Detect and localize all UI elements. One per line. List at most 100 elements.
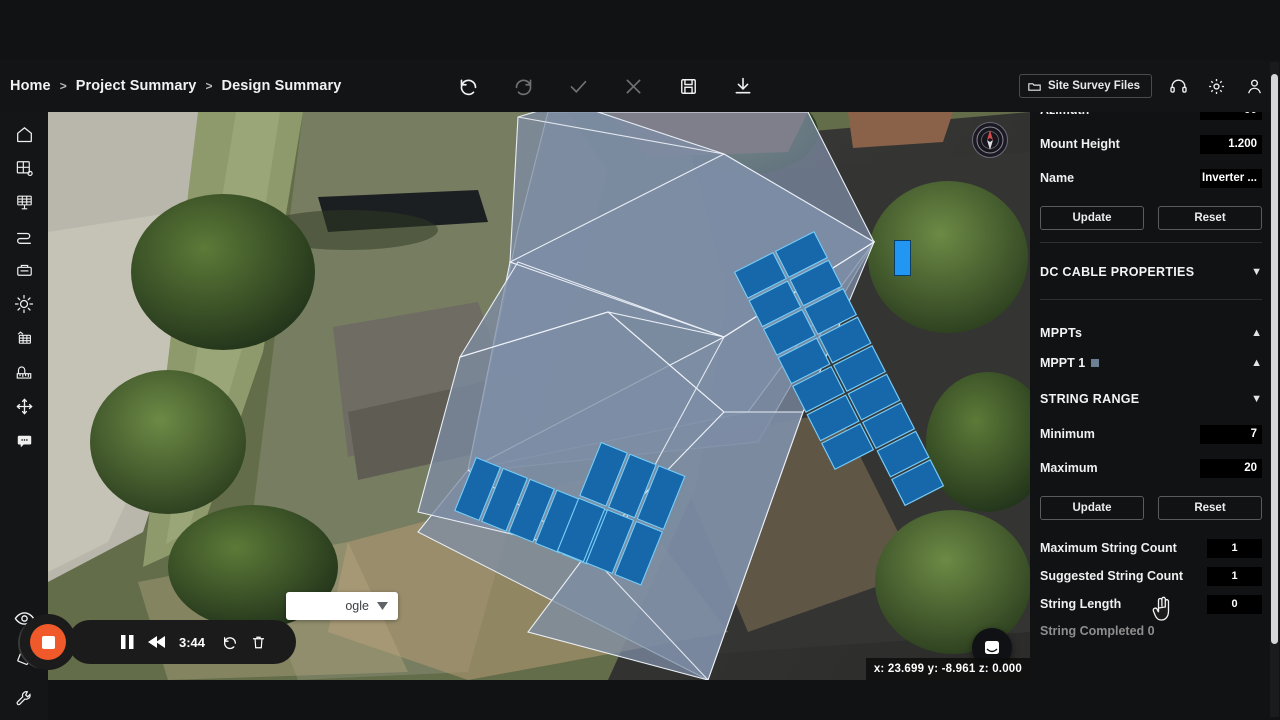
maximum-label: Maximum	[1040, 461, 1098, 475]
maximum-input[interactable]	[1200, 458, 1262, 478]
roof-facet-icon	[16, 160, 33, 176]
sidebar-item-measure[interactable]	[7, 358, 41, 386]
sidebar-item-panel-layout[interactable]	[7, 188, 41, 216]
undo-icon[interactable]	[455, 73, 481, 99]
panel-scrollbar[interactable]	[1270, 62, 1279, 717]
mppt-color-swatch	[1091, 359, 1100, 367]
wrench-icon	[16, 690, 31, 705]
breadcrumb-separator: >	[205, 79, 213, 93]
inverter-marker[interactable]	[894, 240, 911, 276]
divider	[1040, 242, 1262, 243]
pause-icon[interactable]	[120, 634, 135, 650]
chevron-up-icon: ▲	[1251, 326, 1262, 339]
download-icon[interactable]	[730, 73, 756, 99]
field-mount-height: Mount Height	[1040, 130, 1262, 158]
mount-height-input[interactable]	[1200, 134, 1262, 154]
mppts-section[interactable]: MPPTs ▲	[1040, 318, 1262, 348]
string-range-actions: Update Reset	[1040, 496, 1262, 520]
minimum-input[interactable]	[1200, 424, 1262, 444]
breadcrumb: Home > Project Summary > Design Summary	[0, 78, 341, 94]
mount-height-label: Mount Height	[1040, 137, 1120, 151]
dc-cable-properties-label: DC CABLE PROPERTIES	[1040, 265, 1195, 279]
suggested-string-count-label: Suggested String Count	[1040, 569, 1184, 583]
sidebar-item-tools[interactable]	[7, 684, 41, 712]
maximum-string-count-label: Maximum String Count	[1040, 541, 1177, 555]
sidebar-item-cable-routing[interactable]	[7, 222, 41, 250]
sun-icon	[14, 294, 34, 314]
properties-panel: Azimuth Mount Height Name Update Reset D…	[1030, 60, 1272, 720]
string-completed-label: String Completed 0	[1040, 624, 1155, 638]
measure-icon	[16, 365, 32, 379]
module-icon	[17, 330, 31, 344]
rewind-icon[interactable]	[148, 635, 166, 649]
suggested-string-count-value: 1	[1207, 566, 1262, 586]
chevron-down-icon: ▼	[1251, 392, 1262, 405]
reset-button[interactable]: Reset	[1158, 206, 1262, 230]
stat-maximum-string-count: Maximum String Count 1	[1040, 534, 1262, 562]
field-minimum: Minimum	[1040, 420, 1262, 448]
gear-icon[interactable]	[1204, 74, 1228, 98]
redo-icon[interactable]	[510, 73, 536, 99]
sidebar-item-comments[interactable]	[7, 426, 41, 454]
string-stats: Maximum String Count 1 Suggested String …	[1040, 534, 1262, 638]
string-range-section[interactable]: STRING RANGE ▼	[1040, 384, 1262, 414]
folder-icon	[1028, 82, 1041, 91]
attribute-actions: Update Reset	[1040, 206, 1262, 230]
string-range-label: STRING RANGE	[1040, 392, 1140, 406]
breadcrumb-home[interactable]: Home	[10, 78, 51, 94]
stat-string-length: String Length 0	[1040, 590, 1262, 618]
move-icon	[16, 398, 32, 414]
divider	[1040, 299, 1262, 300]
chevron-down-icon: ▼	[1251, 265, 1262, 278]
trash-icon[interactable]	[251, 634, 266, 651]
canvas-toolbar	[455, 60, 756, 112]
scrollbar-thumb[interactable]	[1271, 74, 1278, 644]
user-icon[interactable]	[1242, 74, 1266, 98]
home-icon	[16, 126, 32, 142]
solar-panel-icon	[16, 195, 32, 209]
breadcrumb-separator: >	[59, 79, 67, 93]
dc-cable-properties-section[interactable]: DC CABLE PROPERTIES ▼	[1040, 257, 1262, 287]
inverter-icon	[16, 264, 32, 276]
name-label: Name	[1040, 171, 1075, 185]
cursor-coordinates: x: 23.699 y: -8.961 z: 0.000	[865, 658, 1030, 680]
breadcrumb-project-summary[interactable]: Project Summary	[76, 78, 197, 94]
mppt-1-label: MPPT 1	[1040, 356, 1086, 370]
string-length-label: String Length	[1040, 597, 1122, 611]
basemap-dropdown[interactable]: ogle	[286, 592, 398, 620]
design-canvas[interactable]: ogle x: 23.699 y: -8.961 z: 0.000	[48, 112, 1030, 680]
chevron-down-icon	[377, 602, 388, 610]
recording-time: 3:44	[179, 634, 206, 650]
sidebar-item-module-placement[interactable]	[7, 324, 41, 352]
sidebar-item-inverter[interactable]	[7, 256, 41, 284]
sidebar-item-roof-facets[interactable]	[7, 154, 41, 182]
top-right-actions: Site Survey Files	[1018, 60, 1266, 112]
screen-recorder-widget: 3:44	[68, 620, 296, 664]
headset-icon[interactable]	[1166, 74, 1190, 98]
string-reset-button[interactable]: Reset	[1158, 496, 1262, 520]
sidebar-item-irradiance[interactable]	[7, 290, 41, 318]
stop-recording-wrapper	[20, 614, 76, 670]
field-maximum: Maximum	[1040, 454, 1262, 482]
site-survey-files-label: Site Survey Files	[1047, 80, 1140, 92]
top-bar: Home > Project Summary > Design Summary	[0, 60, 1280, 112]
site-survey-files-button[interactable]: Site Survey Files	[1018, 74, 1152, 98]
mppt-1-item[interactable]: MPPT 1 ▲	[1040, 348, 1262, 378]
stop-recording-button[interactable]	[30, 624, 66, 660]
mppt-1-title: MPPT 1	[1040, 356, 1100, 370]
cable-icon	[17, 232, 31, 244]
minimum-label: Minimum	[1040, 427, 1095, 441]
comment-icon	[17, 435, 31, 447]
name-input[interactable]	[1200, 168, 1262, 188]
cancel-close-icon[interactable]	[620, 73, 646, 99]
update-button[interactable]: Update	[1040, 206, 1144, 230]
string-update-button[interactable]: Update	[1040, 496, 1144, 520]
restart-icon[interactable]	[222, 634, 238, 651]
breadcrumb-design-summary[interactable]: Design Summary	[222, 78, 342, 94]
save-icon[interactable]	[675, 73, 701, 99]
sidebar-item-move[interactable]	[7, 392, 41, 420]
stat-suggested-string-count: Suggested String Count 1	[1040, 562, 1262, 590]
confirm-check-icon[interactable]	[565, 73, 591, 99]
compass-icon[interactable]	[972, 122, 1008, 158]
sidebar-item-home[interactable]	[7, 120, 41, 148]
